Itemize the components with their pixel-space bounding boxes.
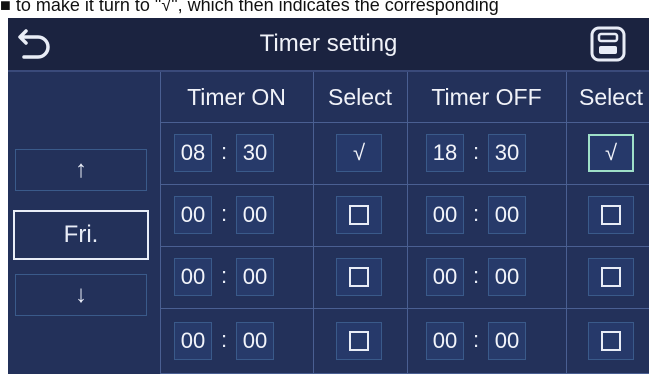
empty-checkbox-icon — [349, 331, 369, 351]
save-icon — [590, 26, 626, 62]
timer-off-minute[interactable]: 00 — [488, 258, 526, 296]
empty-checkbox-icon — [349, 267, 369, 287]
select-on-checkbox[interactable] — [336, 196, 382, 234]
header-timer-on: Timer ON — [187, 84, 286, 110]
save-button[interactable] — [588, 24, 628, 64]
select-on-checkbox[interactable] — [336, 322, 382, 360]
empty-checkbox-icon — [349, 205, 369, 225]
timer-on-hour[interactable]: 00 — [174, 196, 212, 234]
empty-checkbox-icon — [601, 331, 621, 351]
top-bar: Timer setting — [8, 18, 649, 72]
select-off-checkbox[interactable]: √ — [588, 134, 634, 172]
colon-separator: : — [472, 263, 480, 288]
timer-off-hour[interactable]: 00 — [426, 196, 464, 234]
select-off-checkbox[interactable] — [588, 258, 634, 296]
select-on-checkbox[interactable]: √ — [336, 134, 382, 172]
empty-checkbox-icon — [601, 205, 621, 225]
timer-on-minute[interactable]: 30 — [236, 134, 274, 172]
timer-on-minute[interactable]: 00 — [236, 258, 274, 296]
timer-off-minute[interactable]: 00 — [488, 196, 526, 234]
timer-off-minute[interactable]: 30 — [488, 134, 526, 172]
colon-separator: : — [220, 263, 228, 288]
timer-setting-screen: Timer setting ↑ Fri. ↓ Timer ON Select T… — [8, 18, 649, 374]
timer-on-hour[interactable]: 08 — [174, 134, 212, 172]
colon-separator: : — [220, 327, 228, 352]
timer-on-minute[interactable]: 00 — [236, 322, 274, 360]
timer-on-minute[interactable]: 00 — [236, 196, 274, 234]
select-off-checkbox[interactable] — [588, 322, 634, 360]
day-up-button[interactable]: ↑ — [15, 149, 147, 191]
timer-off-hour[interactable]: 00 — [426, 258, 464, 296]
timer-on-hour[interactable]: 00 — [174, 322, 212, 360]
empty-checkbox-icon — [601, 267, 621, 287]
colon-separator: : — [472, 139, 480, 164]
colon-separator: : — [220, 139, 228, 164]
timer-on-hour[interactable]: 00 — [174, 258, 212, 296]
colon-separator: : — [472, 327, 480, 352]
select-on-checkbox[interactable] — [336, 258, 382, 296]
timer-off-hour[interactable]: 00 — [426, 322, 464, 360]
timer-table: Timer ON Select Timer OFF Select 08:30 √ 1… — [160, 72, 649, 374]
header-select-off: Select — [579, 84, 643, 110]
header-select-on: Select — [328, 84, 392, 110]
timer-off-minute[interactable]: 00 — [488, 322, 526, 360]
colon-separator: : — [220, 201, 228, 226]
header-timer-off: Timer OFF — [431, 84, 542, 110]
day-down-button[interactable]: ↓ — [15, 274, 147, 316]
day-selector: ↑ Fri. ↓ — [8, 72, 160, 374]
page-title: Timer setting — [259, 30, 398, 57]
day-label[interactable]: Fri. — [13, 210, 149, 260]
colon-separator: : — [472, 201, 480, 226]
instruction-caption: ■ to make it turn to "√", which then ind… — [0, 0, 499, 15]
select-off-checkbox[interactable] — [588, 196, 634, 234]
timer-off-hour[interactable]: 18 — [426, 134, 464, 172]
